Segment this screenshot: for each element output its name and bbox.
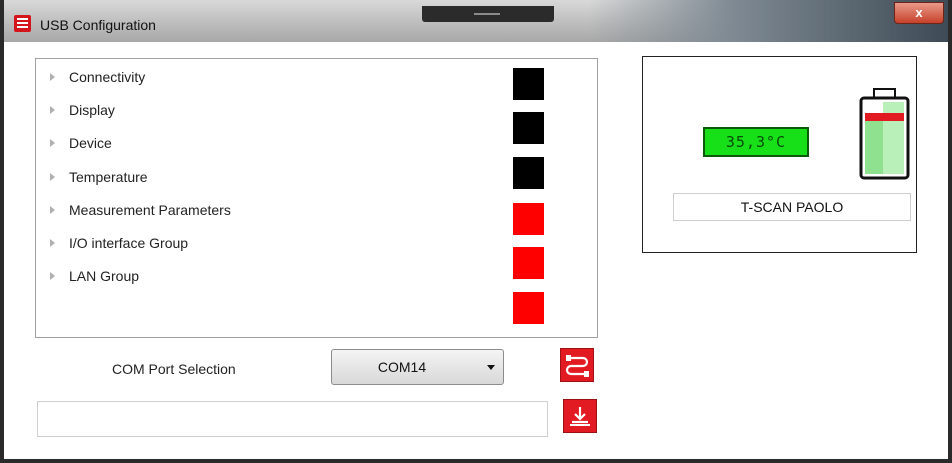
file-path-input[interactable] [37, 401, 548, 437]
tree-item-display[interactable]: Display [50, 100, 115, 120]
com-port-value: COM14 [377, 359, 427, 375]
status-swatch [513, 157, 544, 189]
expand-arrow-icon[interactable] [50, 139, 55, 148]
download-icon [570, 407, 590, 426]
download-button[interactable] [563, 399, 597, 433]
connect-button[interactable] [560, 348, 594, 382]
tree-item-label: Measurement Parameters [69, 202, 231, 218]
expand-arrow-icon[interactable] [50, 73, 55, 82]
tree-item-label: Display [69, 102, 115, 118]
status-swatch [513, 68, 544, 100]
expand-arrow-icon[interactable] [50, 272, 55, 281]
com-port-select[interactable]: COM14 [331, 349, 504, 385]
tree-item-connectivity[interactable]: Connectivity [50, 67, 145, 87]
tree-item-label: Connectivity [69, 69, 146, 85]
status-swatch [513, 203, 544, 235]
drag-grip-icon[interactable] [422, 6, 554, 22]
title-bar[interactable]: USB Configuration x [4, 0, 948, 42]
status-swatch [513, 112, 544, 144]
app-icon [14, 15, 31, 32]
usb-configuration-window: USB Configuration x Connectivity Display… [0, 0, 952, 463]
expand-arrow-icon[interactable] [50, 173, 55, 182]
settings-tree: Connectivity Display Device Temperature … [35, 58, 598, 338]
device-name-label: T-SCAN PAOLO [673, 193, 911, 221]
expand-arrow-icon[interactable] [50, 239, 55, 248]
tree-item-label: I/O interface Group [69, 235, 189, 251]
expand-arrow-icon[interactable] [50, 106, 55, 115]
tree-item-label: Temperature [69, 169, 148, 185]
window-title: USB Configuration [40, 17, 156, 33]
com-port-label: COM Port Selection [112, 361, 236, 377]
tree-item-device[interactable]: Device [50, 133, 112, 153]
close-button[interactable]: x [894, 2, 944, 24]
chevron-down-icon [487, 365, 495, 370]
tree-item-measurement-parameters[interactable]: Measurement Parameters [50, 200, 231, 220]
battery-icon [859, 88, 910, 180]
temperature-display: 35,3°C [703, 127, 809, 157]
tree-item-label: LAN Group [69, 268, 140, 284]
device-status-panel: 35,3°C T-SCAN PAOLO [642, 56, 917, 253]
tree-item-lan-group[interactable]: LAN Group [50, 266, 139, 286]
status-swatch [513, 292, 544, 324]
tree-item-label: Device [69, 135, 112, 151]
tree-item-temperature[interactable]: Temperature [50, 167, 148, 187]
usb-cable-icon [565, 355, 589, 377]
tree-item-io-interface-group[interactable]: I/O interface Group [50, 233, 188, 253]
status-swatch [513, 247, 544, 279]
expand-arrow-icon[interactable] [50, 206, 55, 215]
